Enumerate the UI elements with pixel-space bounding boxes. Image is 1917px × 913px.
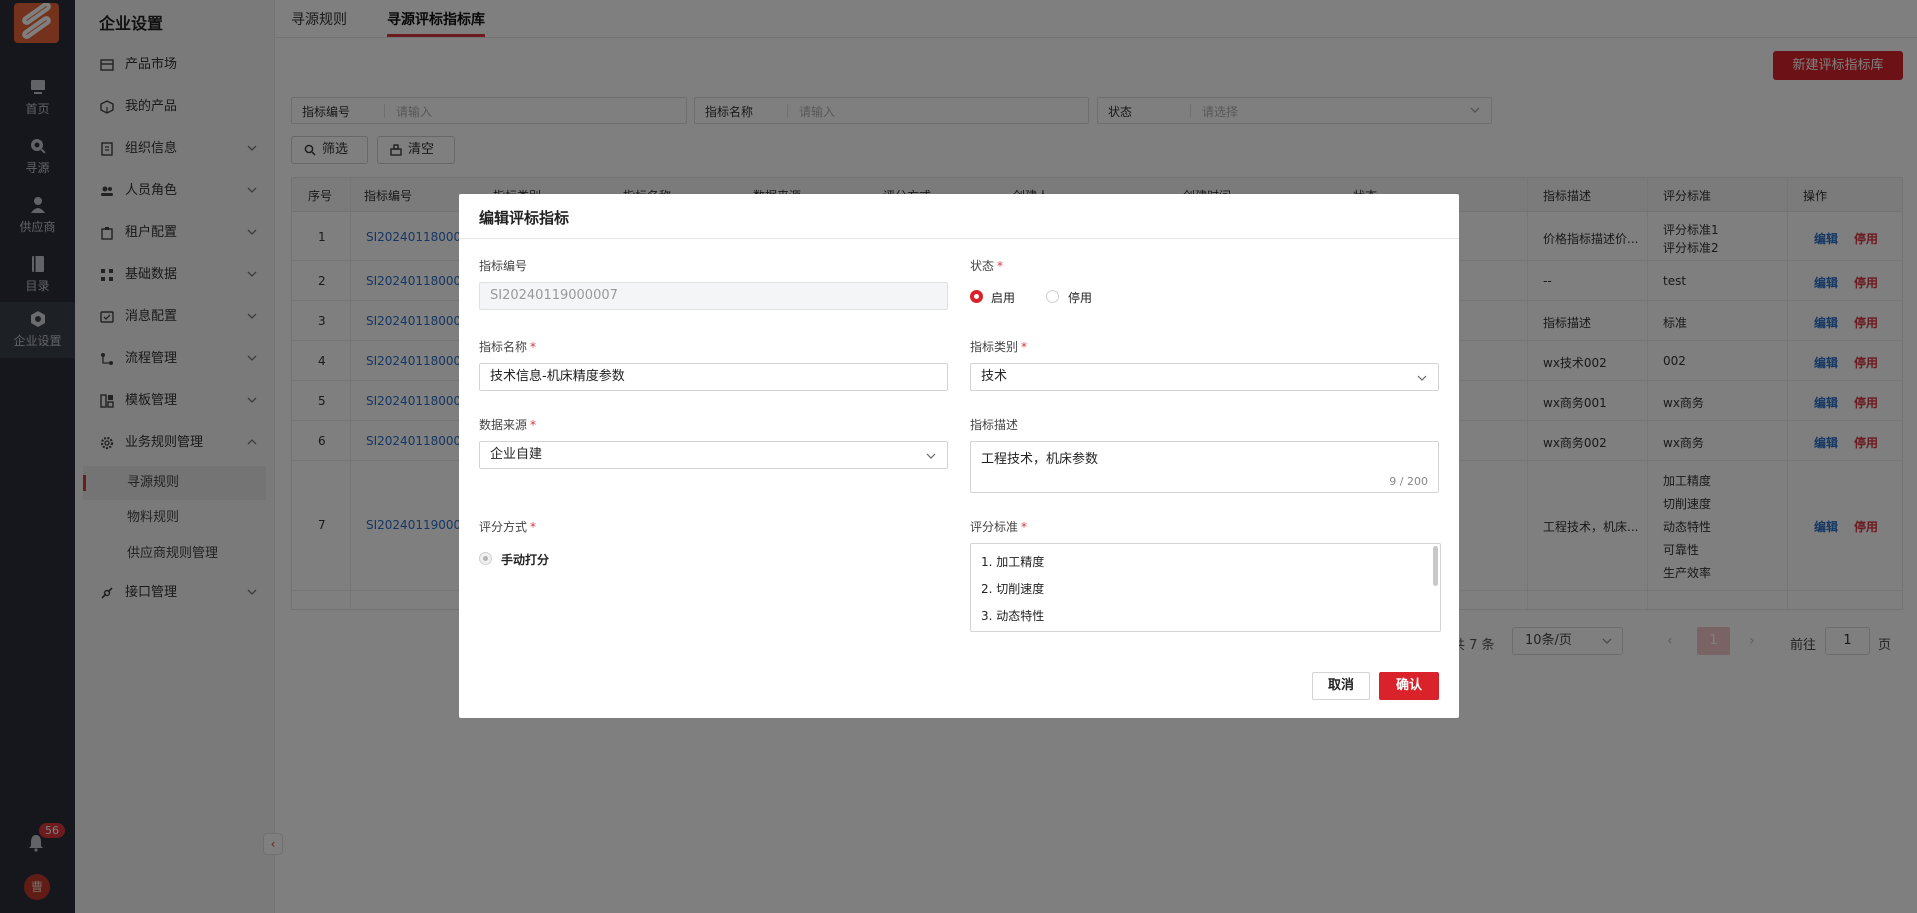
index-description-textarea[interactable]: 工程技术，机床参数 9 / 200 xyxy=(970,441,1439,493)
chevron-down-icon xyxy=(1417,375,1427,381)
index-category-select[interactable]: 技术 xyxy=(970,363,1439,391)
field-label-source: 数据来源 * xyxy=(479,418,537,432)
field-label-standard: 评分标准 * xyxy=(970,520,1028,534)
score-standard-list[interactable]: 1. 加工精度 2. 切削速度 3. 动态特性 xyxy=(970,543,1441,632)
index-description-value: 工程技术，机床参数 xyxy=(981,452,1099,467)
index-category-value: 技术 xyxy=(981,369,1008,384)
field-label-code: 指标编号 xyxy=(479,259,528,273)
status-enabled-radio[interactable] xyxy=(970,290,983,303)
standard-line: 3. 动态特性 xyxy=(981,609,1045,623)
field-label-description: 指标描述 xyxy=(970,418,1019,432)
index-code-field: SI20240119000007 xyxy=(479,282,948,310)
cancel-button[interactable]: 取消 xyxy=(1312,672,1370,700)
index-name-input[interactable]: 技术信息-机床精度参数 xyxy=(479,363,948,391)
manual-score-label: 手动打分 xyxy=(501,553,550,567)
standard-line: 2. 切削速度 xyxy=(981,582,1045,596)
standard-line: 1. 加工精度 xyxy=(981,555,1045,569)
confirm-button[interactable]: 确认 xyxy=(1379,672,1439,700)
char-counter: 9 / 200 xyxy=(1389,475,1428,488)
list-scrollbar[interactable] xyxy=(1433,546,1438,586)
manual-score-radio xyxy=(479,552,492,565)
data-source-value: 企业自建 xyxy=(490,447,543,462)
edit-index-dialog: 编辑评标指标 指标编号 SI20240119000007 状态 * 启用 停用 指… xyxy=(459,194,1459,718)
status-disabled-radio[interactable] xyxy=(1046,290,1059,303)
status-enabled-label[interactable]: 启用 xyxy=(991,289,1015,306)
dialog-title: 编辑评标指标 xyxy=(479,209,570,227)
chevron-down-icon xyxy=(926,453,936,459)
status-disabled-label[interactable]: 停用 xyxy=(1068,289,1092,306)
field-label-status: 状态 * xyxy=(970,259,1004,273)
field-label-category: 指标类别 * xyxy=(970,340,1028,354)
field-label-method: 评分方式 * xyxy=(479,520,537,534)
data-source-select[interactable]: 企业自建 xyxy=(479,441,948,469)
field-label-name: 指标名称 * xyxy=(479,340,537,354)
